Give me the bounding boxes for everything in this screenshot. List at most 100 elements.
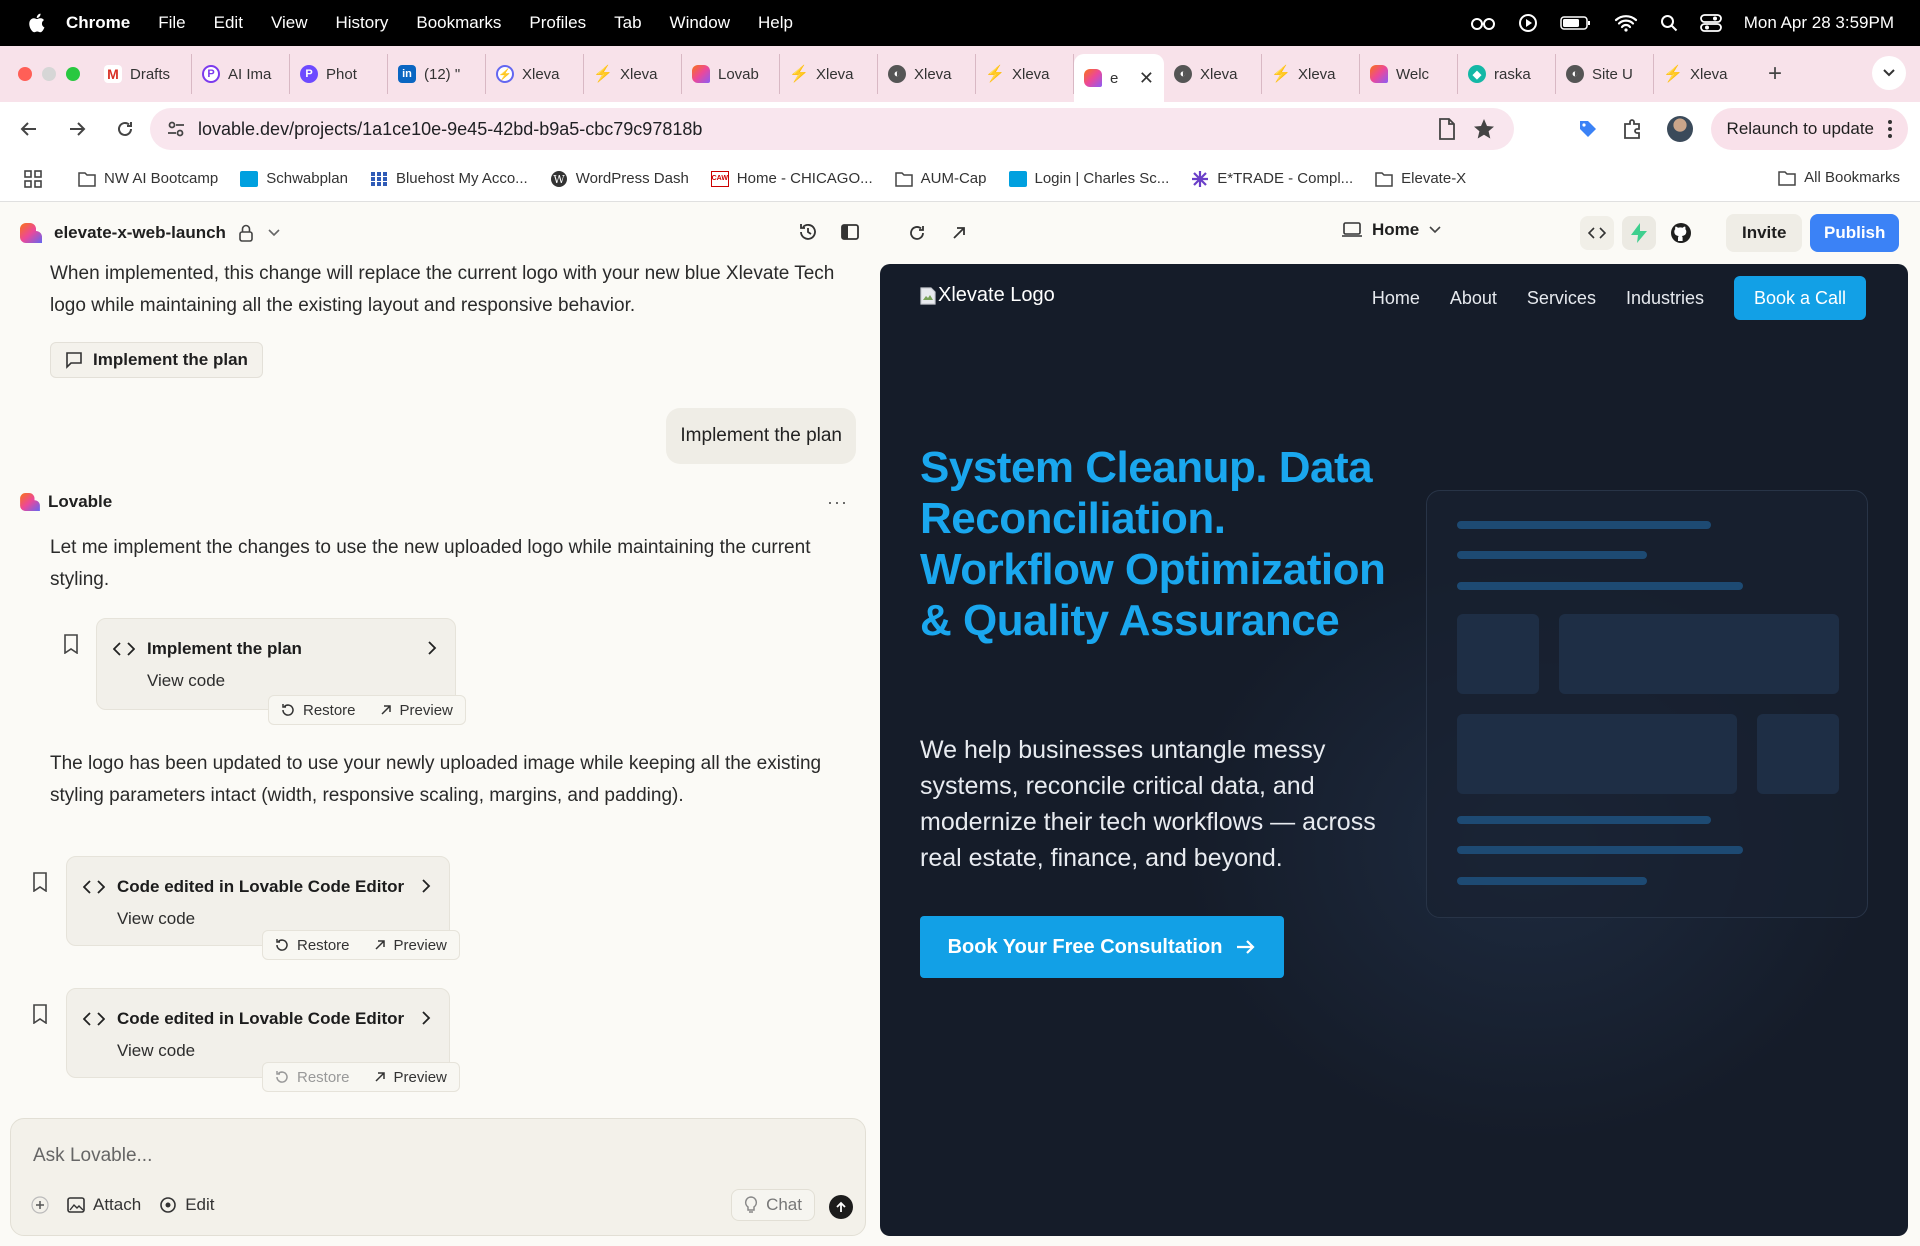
bookmark-item[interactable]: Login | Charles Sc... [1008,170,1169,187]
site-logo[interactable]: Xlevate Logo [920,284,1055,307]
all-bookmarks[interactable]: All Bookmarks [1778,169,1900,186]
menu-history[interactable]: History [335,13,388,33]
invite-button[interactable]: Invite [1726,214,1803,252]
zoom-window-button[interactable] [66,67,80,81]
book-call-button[interactable]: Book a Call [1733,276,1866,320]
browser-tab[interactable]: ⚡ Xleva [1654,54,1752,94]
bookmark-folder[interactable]: NW AI Bootcamp [78,170,218,187]
minimize-window-button[interactable] [42,67,56,81]
implement-plan-chip[interactable]: Implement the plan [50,342,263,378]
browser-tab-active[interactable]: e ✕ [1074,54,1164,102]
bookmark-star-icon[interactable] [1472,117,1496,141]
menu-file[interactable]: File [158,13,185,33]
menu-help[interactable]: Help [758,13,793,33]
bookmark-icon[interactable] [32,872,48,892]
restore-button[interactable]: Restore [263,937,362,954]
browser-tab[interactable]: in (12) " [388,54,486,94]
preview-button[interactable]: Preview [368,702,465,719]
browser-tab[interactable]: Lovab [682,54,780,94]
back-button[interactable] [18,118,40,140]
control-center-icon[interactable] [1699,14,1722,32]
browser-tab[interactable]: ⚡ Xleva [976,54,1074,94]
wifi-icon[interactable] [1614,14,1638,32]
chat-mode-button[interactable]: Chat [731,1189,815,1221]
extensions-puzzle-icon[interactable] [1621,118,1643,140]
bookmark-icon[interactable] [32,1004,48,1024]
chat-input[interactable]: Ask Lovable... [33,1145,152,1167]
browser-tab[interactable]: P Phot [290,54,388,94]
omnibox[interactable]: lovable.dev/projects/1a1ce10e-9e45-42bd-… [150,108,1514,150]
bookmark-folder[interactable]: Elevate-X [1375,170,1466,187]
bookmark-item[interactable]: Bluehost My Acco... [370,170,528,187]
apps-grid-icon[interactable] [24,169,42,188]
site-nav-services[interactable]: Services [1527,288,1596,309]
restore-button[interactable]: Restore [269,702,368,719]
sidebar-toggle-icon[interactable] [840,222,860,242]
browser-tab[interactable]: ⚡ Xleva [486,54,584,94]
project-name[interactable]: elevate-x-web-launch [54,223,226,243]
add-button[interactable] [31,1196,49,1214]
edit-button[interactable]: Edit [159,1195,215,1215]
menu-profiles[interactable]: Profiles [529,13,586,33]
code-view-button[interactable] [1580,216,1614,250]
bookmark-item[interactable]: Schwabplan [240,170,348,187]
close-window-button[interactable] [18,67,32,81]
glasses-icon[interactable] [1470,15,1496,31]
forward-button[interactable] [66,118,88,140]
supabase-button[interactable] [1622,216,1656,250]
menu-app-name[interactable]: Chrome [66,13,130,33]
attach-button[interactable]: Attach [67,1195,141,1215]
menubar-datetime[interactable]: Mon Apr 28 3:59PM [1744,13,1894,33]
history-icon[interactable] [798,222,818,242]
menu-view[interactable]: View [271,13,308,33]
site-settings-icon[interactable] [166,119,186,139]
chevron-down-icon[interactable] [268,229,280,237]
extension-tag-icon[interactable] [1577,118,1599,140]
reload-button[interactable] [114,118,136,140]
publish-button[interactable]: Publish [1810,214,1900,252]
relaunch-button[interactable]: Relaunch to update [1710,108,1908,150]
view-code-link[interactable]: View code [117,909,195,929]
apple-icon[interactable] [26,12,46,34]
open-new-window-button[interactable] [942,216,976,250]
consultation-button[interactable]: Book Your Free Consultation [920,916,1284,978]
browser-tab[interactable]: ◐ Site U [1556,54,1654,94]
chevron-right-icon[interactable] [427,641,437,655]
close-tab-icon[interactable]: ✕ [1139,68,1154,89]
restore-button[interactable]: Restore [263,1069,362,1086]
view-code-link[interactable]: View code [147,671,225,691]
play-circle-icon[interactable] [1518,13,1538,33]
refresh-preview-button[interactable] [900,216,934,250]
bookmark-item[interactable]: E*TRADE - Compl... [1191,170,1353,188]
bookmark-item[interactable]: W WordPress Dash [550,170,689,188]
browser-tab[interactable]: ⚡ Xleva [1262,54,1360,94]
page-selector[interactable]: Home [1342,220,1441,240]
menu-edit[interactable]: Edit [214,13,243,33]
preview-button[interactable]: Preview [362,1069,459,1086]
browser-tab[interactable]: M Drafts [94,54,192,94]
menu-bookmarks[interactable]: Bookmarks [416,13,501,33]
spotlight-search-icon[interactable] [1660,14,1678,32]
new-tab-button[interactable]: + [1768,60,1782,88]
browser-tab[interactable]: ◐ Xleva [1164,54,1262,94]
chevron-right-icon[interactable] [421,879,431,893]
bookmark-icon[interactable] [63,634,79,654]
tab-search-button[interactable] [1872,56,1906,90]
profile-avatar[interactable] [1666,116,1693,142]
site-nav-industries[interactable]: Industries [1626,288,1704,309]
more-options-icon[interactable]: ··· [827,492,848,513]
browser-tab[interactable]: Welc [1360,54,1458,94]
url-text[interactable]: lovable.dev/projects/1a1ce10e-9e45-42bd-… [198,119,702,140]
browser-tab[interactable]: P AI Ima [192,54,290,94]
browser-tab[interactable]: ◆ raska [1458,54,1556,94]
bookmark-folder[interactable]: AUM-Cap [894,170,987,187]
battery-icon[interactable] [1559,15,1592,31]
menu-window[interactable]: Window [670,13,730,33]
browser-tab[interactable]: ⚡ Xleva [780,54,878,94]
browser-tab[interactable]: ◐ Xleva [878,54,976,94]
menu-tab[interactable]: Tab [614,13,641,33]
view-code-link[interactable]: View code [117,1041,195,1061]
document-icon[interactable] [1438,118,1456,140]
site-nav-home[interactable]: Home [1372,288,1420,309]
github-button[interactable] [1664,216,1698,250]
